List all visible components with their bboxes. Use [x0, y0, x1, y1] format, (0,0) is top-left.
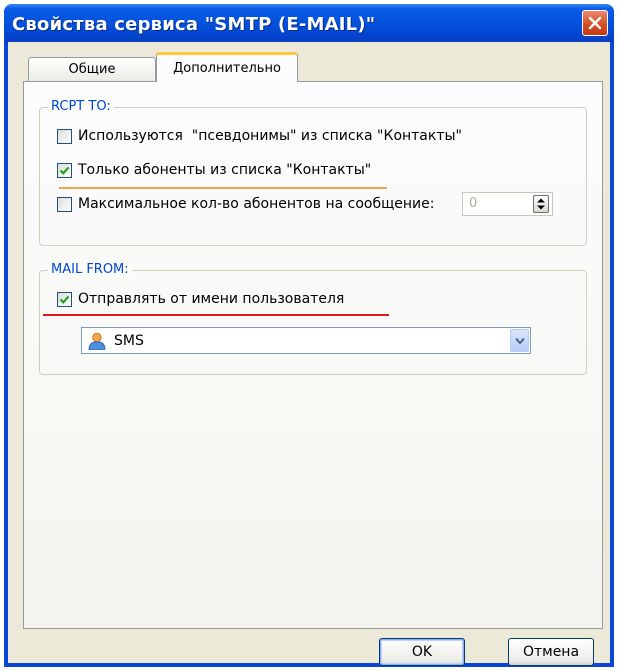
- user-select[interactable]: SMS: [81, 327, 531, 354]
- dialog-client-area: Общие Дополнительно RCPT TO: Используютс…: [8, 42, 610, 666]
- chevron-down-icon: [514, 337, 525, 345]
- send-as-user-checkbox[interactable]: [57, 291, 72, 307]
- window-title: Свойства сервиса "SMTP (E-MAIL)": [12, 14, 376, 35]
- mail-from-legend: MAIL FROM:: [48, 262, 132, 277]
- close-icon: [588, 16, 602, 30]
- spinner-arrows-icon: [537, 198, 545, 210]
- send-as-user-label: Отправлять от имени пользователя: [78, 291, 345, 307]
- ok-button-label: OK: [411, 644, 433, 660]
- user-select-dropdown-button[interactable]: [510, 329, 529, 352]
- cancel-button[interactable]: Отмена: [508, 638, 594, 666]
- mail-from-group: MAIL FROM: Отправлять от имени пользоват…: [39, 262, 587, 375]
- use-aliases-label: Используются "псевдонимы" из списка "Кон…: [78, 128, 462, 144]
- dialog-window: Свойства сервиса "SMTP (E-MAIL)" Общие Д…: [4, 4, 614, 667]
- only-contacts-label: Только абоненты из списка "Контакты": [78, 162, 372, 178]
- close-button[interactable]: [582, 10, 608, 36]
- tab-advanced-label: Дополнительно: [173, 61, 281, 76]
- checkmark-icon: [59, 166, 70, 175]
- only-contacts-checkbox-row[interactable]: Только абоненты из списка "Контакты": [57, 162, 371, 178]
- max-recipients-value: 0: [469, 196, 478, 211]
- tab-panel-advanced: RCPT TO: Используются "псевдонимы" из сп…: [23, 81, 603, 629]
- use-aliases-checkbox-row[interactable]: Используются "псевдонимы" из списка "Кон…: [57, 128, 462, 144]
- use-aliases-checkbox[interactable]: [57, 128, 72, 144]
- tab-general[interactable]: Общие: [28, 57, 156, 81]
- only-contacts-checkbox[interactable]: [57, 162, 72, 178]
- max-recipients-spinner[interactable]: 0: [462, 192, 553, 216]
- only-contacts-underline: [59, 187, 387, 189]
- max-recipients-label: Максимальное кол-во абонентов на сообщен…: [78, 196, 435, 212]
- max-recipients-checkbox-row[interactable]: Максимальное кол-во абонентов на сообщен…: [57, 196, 434, 212]
- rcpt-to-legend: RCPT TO:: [48, 99, 114, 114]
- user-icon: [87, 332, 107, 354]
- spinner-buttons[interactable]: [533, 195, 549, 213]
- tab-general-label: Общие: [68, 62, 116, 77]
- ok-button[interactable]: OK: [379, 638, 465, 666]
- cancel-button-label: Отмена: [522, 644, 580, 660]
- max-recipients-checkbox[interactable]: [57, 196, 72, 212]
- title-bar[interactable]: Свойства сервиса "SMTP (E-MAIL)": [4, 4, 614, 42]
- send-as-user-underline: [43, 314, 389, 316]
- user-select-value: SMS: [114, 333, 144, 349]
- checkmark-icon: [59, 295, 70, 304]
- tab-advanced[interactable]: Дополнительно: [156, 52, 298, 82]
- send-as-user-checkbox-row[interactable]: Отправлять от имени пользователя: [57, 291, 344, 307]
- rcpt-to-group: RCPT TO: Используются "псевдонимы" из сп…: [39, 99, 587, 246]
